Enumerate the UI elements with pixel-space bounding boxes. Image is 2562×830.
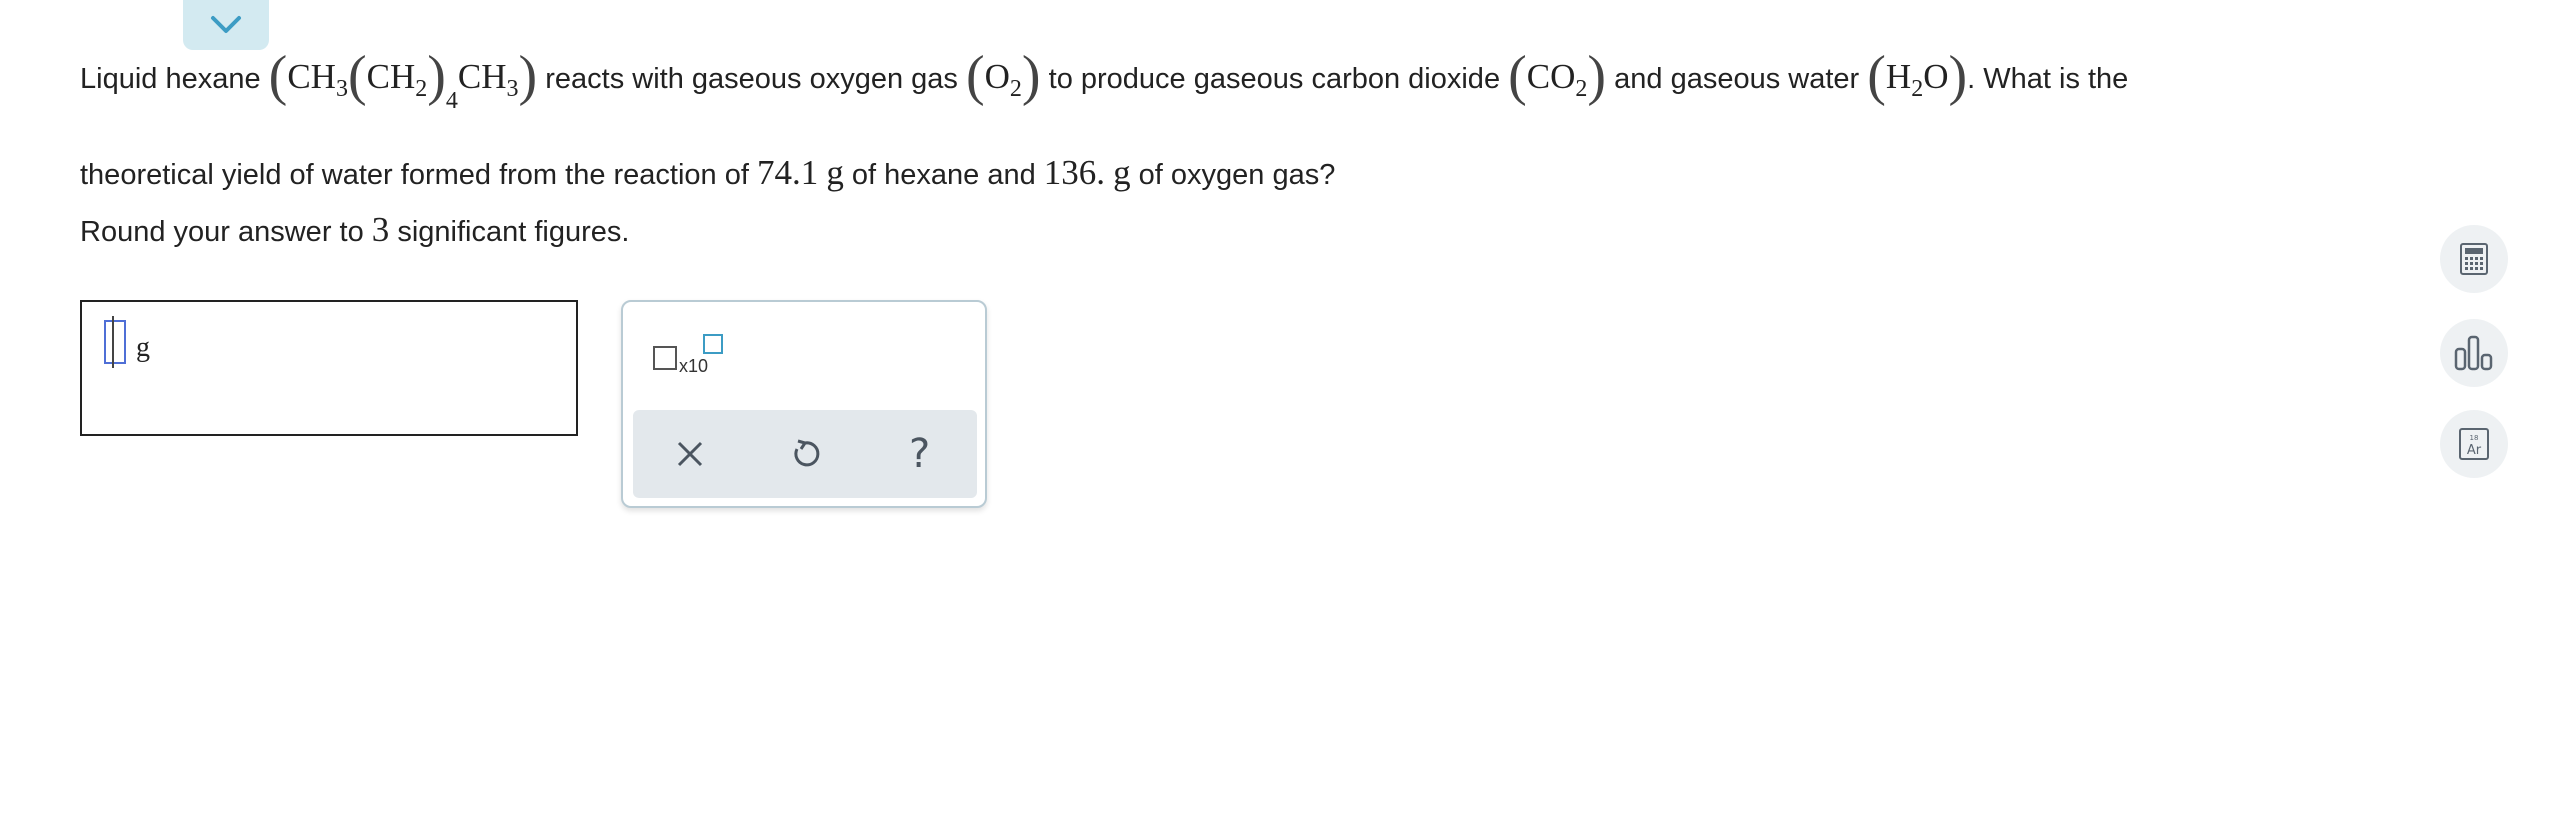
svg-text:18: 18 — [2470, 434, 2479, 442]
question-line-2: theoretical yield of water formed from t… — [80, 153, 1336, 192]
x10-label: x10 — [679, 356, 709, 376]
mantissa-box-icon — [653, 346, 677, 370]
data-button[interactable] — [2440, 319, 2508, 387]
rounding-instruction: Round your answer to 3 significant figur… — [80, 210, 630, 249]
help-icon: ? — [909, 431, 931, 477]
periodic-table-button[interactable]: 18 Ar — [2440, 410, 2508, 478]
svg-text:Ar: Ar — [2467, 443, 2482, 458]
unit-g: g — [826, 153, 844, 192]
undo-icon — [794, 439, 820, 467]
clear-button[interactable] — [660, 424, 720, 484]
water-formula: (H2O) — [1867, 45, 1968, 107]
input-placeholder-box[interactable] — [104, 320, 126, 364]
undo-button[interactable] — [775, 424, 835, 484]
calculator-button[interactable] — [2440, 225, 2508, 293]
hexane-mass: 74.1 — [757, 153, 819, 192]
periodic-table-icon: 18 Ar — [2459, 428, 2489, 460]
exponent-box-icon — [703, 334, 723, 354]
chevron-down-icon — [211, 16, 241, 33]
math-palette: x10 ? — [621, 300, 987, 508]
oxygen-formula: (O2) — [965, 45, 1041, 107]
palette-actions: ? — [633, 410, 977, 498]
answer-input[interactable]: g — [80, 300, 578, 436]
sig-figs: 3 — [371, 210, 390, 249]
co2-formula: (CO2) — [1508, 45, 1607, 107]
question-text: Liquid hexane (CH3(CH2)4CH3) reacts with… — [80, 40, 2340, 211]
help-button[interactable]: ? — [890, 424, 950, 484]
unit-g: g — [1113, 153, 1131, 192]
oxygen-mass: 136. — [1043, 153, 1106, 192]
text-cursor — [112, 316, 114, 368]
answer-unit: g — [136, 332, 150, 363]
bar-chart-icon — [2454, 335, 2493, 371]
hexane-formula: (CH3(CH2)4CH3) — [268, 45, 538, 114]
question-line-1: Liquid hexane (CH3(CH2)4CH3) reacts with… — [80, 45, 2129, 114]
close-icon — [678, 441, 703, 467]
calculator-icon — [2460, 243, 2488, 275]
scientific-notation-button[interactable]: x10 — [653, 332, 723, 382]
